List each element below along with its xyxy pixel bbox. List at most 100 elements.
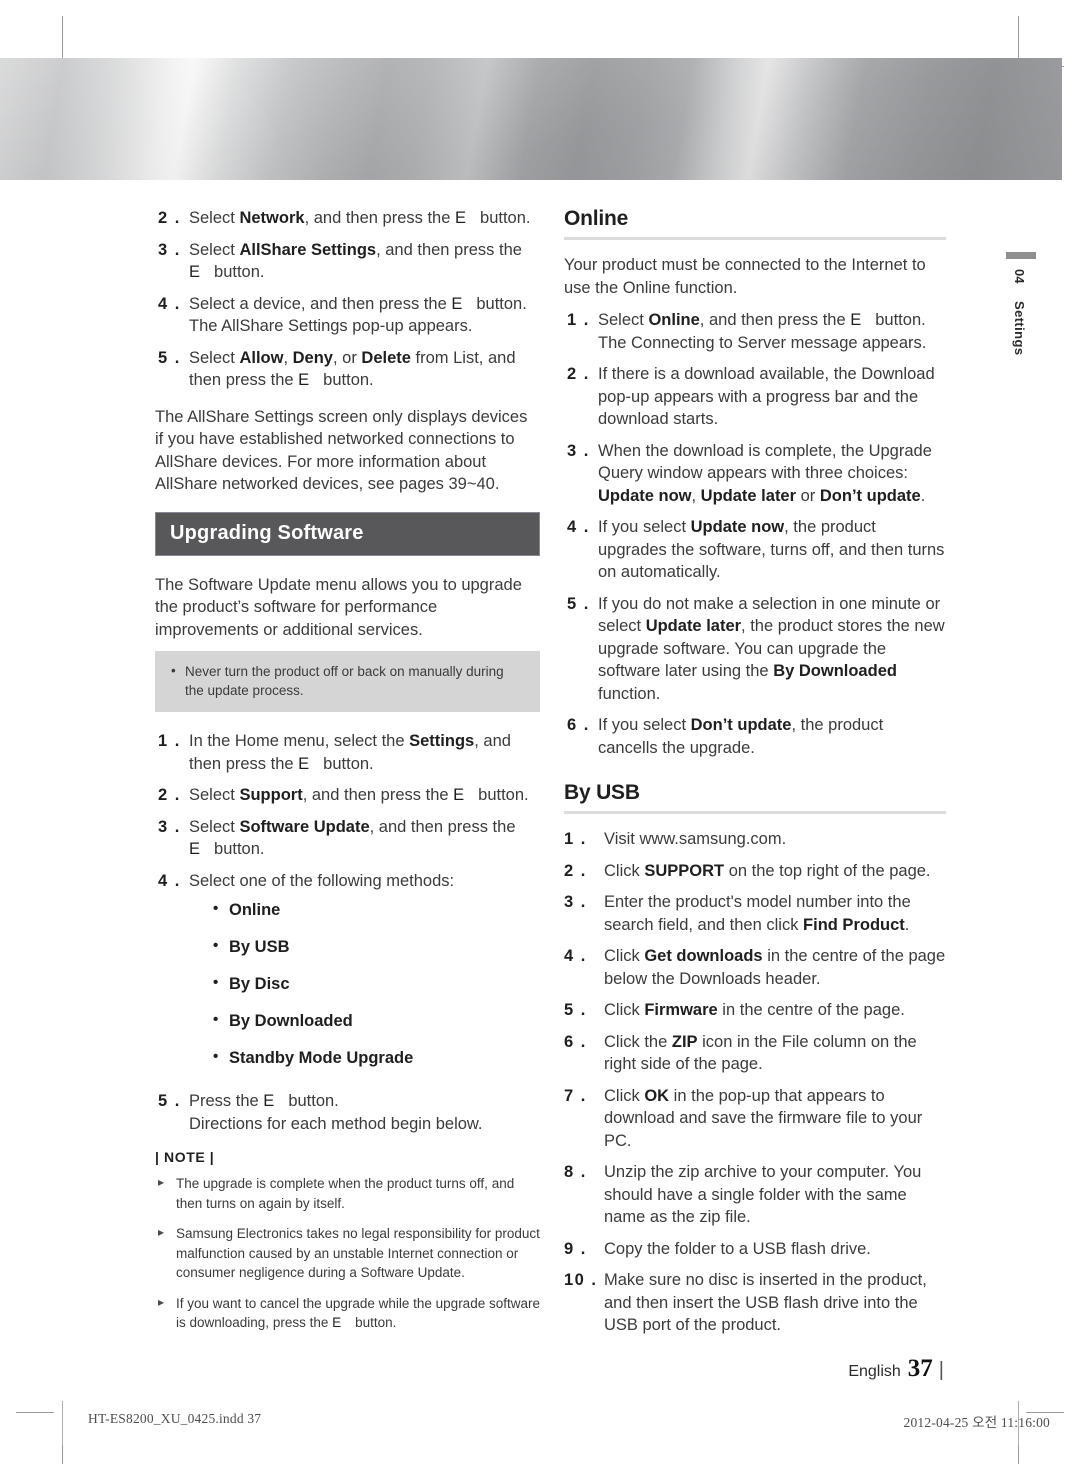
- list-item: The upgrade is complete when the product…: [155, 1173, 540, 1213]
- folio-language: English: [848, 1363, 901, 1380]
- emphasis: Update later: [645, 617, 742, 635]
- list-item: 5 . Select Allow, Deny, or Delete from L…: [155, 347, 540, 392]
- section-heading-online: Online: [564, 207, 629, 230]
- left-column: 2 . Select Network, and then press the E…: [155, 207, 540, 1344]
- list-item: 10 . Make sure no disc is inserted in th…: [564, 1269, 946, 1337]
- chapter-number: 04: [1012, 269, 1027, 284]
- step-number: 3 .: [158, 240, 181, 259]
- emphasis: SUPPORT: [644, 861, 725, 880]
- list-item: Online: [213, 895, 540, 924]
- step-text: If there is a download available, the Do…: [598, 365, 935, 428]
- step5-second-line: Directions for each method begin below.: [189, 1114, 483, 1133]
- step-number: 4 .: [564, 947, 587, 965]
- caution-box: Never turn the product off or back on ma…: [155, 651, 540, 712]
- enter-key-icon: E: [189, 840, 201, 858]
- list-item: 5 . If you do not make a selection in on…: [564, 593, 946, 706]
- step-number: 2 .: [158, 209, 181, 227]
- step-number: 7 .: [564, 1086, 587, 1105]
- emphasis: Firmware: [644, 1001, 718, 1019]
- step-number: 5 .: [158, 348, 181, 367]
- step-text: If you select Don’t update, the product …: [598, 716, 884, 757]
- emphasis: Support: [239, 786, 303, 804]
- step-number: 1 .: [564, 830, 587, 848]
- list-item: 3 . Select Software Update, and then pre…: [155, 816, 540, 861]
- list-item: 7 . Click OK in the pop-up that appears …: [564, 1085, 946, 1153]
- enter-key-icon: E: [263, 1092, 275, 1110]
- emphasis: Software Update: [239, 817, 370, 836]
- heading-rule: [564, 811, 946, 814]
- note-list: The upgrade is complete when the product…: [155, 1173, 540, 1333]
- online-steps-list: 1 . Select Online, and then press the Eb…: [564, 309, 946, 759]
- step-number: 9 .: [564, 1239, 587, 1258]
- step-text: Make sure no disc is inserted in the pro…: [604, 1271, 927, 1334]
- print-info-bar: HT-ES8200_XU_0425.indd 37 2012-04-25 오전 …: [0, 1401, 1080, 1445]
- list-item: 4 . If you select Update now, the produc…: [564, 516, 946, 584]
- allshare-description-paragraph: The AllShare Settings screen only displa…: [155, 407, 528, 494]
- enter-key-icon: E: [850, 311, 862, 329]
- step-text: In the Home menu, select the Settings, a…: [189, 732, 511, 773]
- side-tab-bar: [1006, 252, 1036, 259]
- list-item: 3 . Select AllShare Settings, and then p…: [155, 239, 540, 284]
- list-item: 2 . If there is a download available, th…: [564, 363, 946, 431]
- step-text: Select Online, and then press the Ebutto…: [598, 311, 927, 352]
- emphasis: Find Product: [803, 915, 905, 934]
- enter-key-icon: E: [298, 371, 310, 389]
- step-text: Select one of the following methods: Onl…: [189, 870, 540, 1082]
- emphasis: By Downloaded: [773, 662, 897, 680]
- metallic-header-banner: [0, 58, 1062, 180]
- step-text: Visit www.samsung.com.: [604, 830, 787, 848]
- step-text: When the download is complete, the Upgra…: [598, 441, 932, 505]
- enter-key-icon: E: [453, 786, 465, 804]
- emphasis: Allow: [239, 348, 284, 367]
- step-number: 5 .: [158, 1092, 181, 1110]
- chapter-label: Settings: [1012, 301, 1027, 356]
- enter-key-icon: E: [451, 294, 463, 313]
- step-number: 4 .: [158, 871, 181, 890]
- emphasis: Update later: [700, 486, 797, 505]
- step-text: Select Allow, Deny, or Delete from List,…: [189, 348, 516, 390]
- enter-key-icon: E: [332, 1315, 342, 1330]
- list-item: Samsung Electronics takes no legal respo…: [155, 1223, 540, 1283]
- print-filename: HT-ES8200_XU_0425.indd 37: [88, 1411, 262, 1426]
- step-number: 6 .: [567, 716, 590, 734]
- emphasis: Online: [648, 311, 700, 329]
- emphasis: AllShare Settings: [239, 240, 377, 259]
- list-item: 9 . Copy the folder to a USB flash drive…: [564, 1238, 946, 1261]
- list-item: 4 . Select a device, and then press the …: [155, 293, 540, 338]
- step-text: Click SUPPORT on the top right of the pa…: [604, 861, 931, 880]
- step-number: 2 .: [158, 786, 181, 804]
- step-text: Select Network, and then press the Ebutt…: [189, 209, 531, 227]
- enter-key-icon: E: [298, 754, 310, 773]
- list-item: 4 . Click Get downloads in the centre of…: [564, 945, 946, 990]
- step-text: Enter the product's model number into th…: [604, 893, 911, 934]
- step-number: 5 .: [564, 1001, 587, 1019]
- step-number: 5 .: [567, 594, 590, 613]
- list-item: 2 . Click SUPPORT on the top right of th…: [564, 860, 946, 883]
- list-item: 3 . Enter the product's model number int…: [564, 891, 946, 936]
- crop-mark-top-right-vertical: [1018, 16, 1019, 64]
- step-number: 6 .: [564, 1032, 587, 1051]
- page-number: 37: [907, 1355, 933, 1382]
- print-timestamp: 2012-04-25 오전 11:16:00: [903, 1415, 1050, 1430]
- step-number: 8 .: [564, 1163, 587, 1181]
- page-folio: English 37 |: [848, 1355, 944, 1383]
- step-text: Click OK in the pop-up that appears to d…: [604, 1086, 923, 1150]
- crop-mark-top-left-vertical: [62, 16, 63, 64]
- list-item: 3 . When the download is complete, the U…: [564, 440, 946, 508]
- list-item: 1 . Visit www.samsung.com.: [564, 828, 946, 851]
- section-heading-by-usb: By USB: [564, 781, 640, 804]
- emphasis: Deny: [292, 348, 333, 367]
- note-label: | NOTE |: [155, 1149, 215, 1165]
- list-item: 4 . Select one of the following methods:…: [155, 870, 540, 1082]
- list-item: 2 . Select Network, and then press the E…: [155, 207, 540, 230]
- list-item: Standby Mode Upgrade: [213, 1043, 540, 1072]
- step-number: 1 .: [158, 732, 181, 750]
- list-item: 6 . Click the ZIP icon in the File colum…: [564, 1031, 946, 1076]
- list-item: By USB: [213, 932, 540, 961]
- step-text: Press the Ebutton. Directions for each me…: [189, 1092, 483, 1133]
- step-text: If you select Update now, the product up…: [598, 518, 945, 581]
- emphasis: Network: [239, 209, 305, 227]
- step-text: Select Support, and then press the Ebutt…: [189, 786, 529, 804]
- upgrade-steps-list: 1 . In the Home menu, select the Setting…: [155, 730, 540, 1135]
- list-item: 8 . Unzip the zip archive to your comput…: [564, 1161, 946, 1229]
